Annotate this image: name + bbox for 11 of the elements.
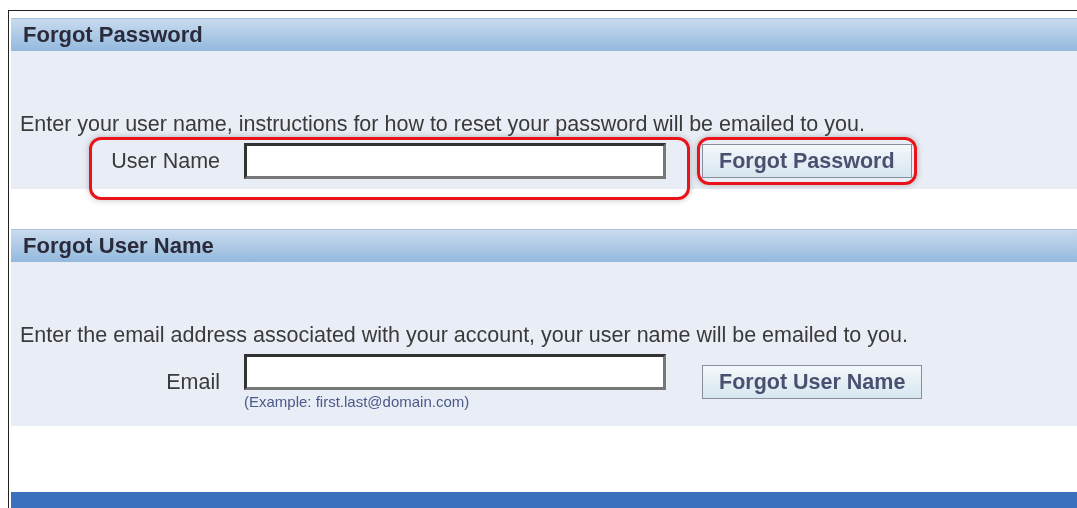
instruction-text: Enter your user name, instructions for how to reset your password will be emailed to you. bbox=[20, 111, 865, 137]
input-field[interactable] bbox=[244, 354, 666, 390]
field-label: User Name bbox=[111, 148, 220, 174]
field-label: Email bbox=[166, 369, 220, 395]
input-field[interactable] bbox=[244, 143, 666, 179]
section-title: Forgot User Name bbox=[23, 233, 214, 259]
submit-button[interactable]: Forgot Password bbox=[702, 144, 912, 178]
instruction-text: Enter the email address associated with your account, your user name will be emailed to you. bbox=[20, 322, 908, 348]
section-title: Forgot Password bbox=[23, 22, 203, 48]
hint-text: (Example: first.last@domain.com) bbox=[244, 393, 470, 410]
submit-button[interactable]: Forgot User Name bbox=[702, 365, 923, 399]
